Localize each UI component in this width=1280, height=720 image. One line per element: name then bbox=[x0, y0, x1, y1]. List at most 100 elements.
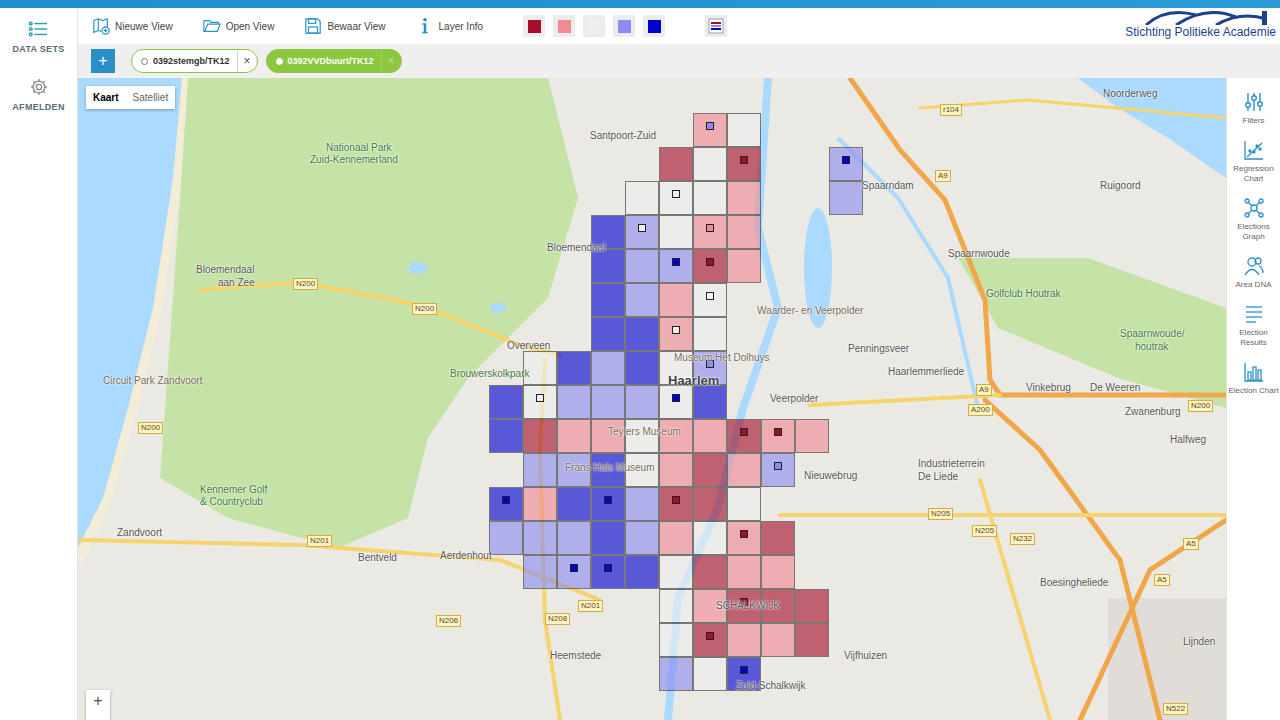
grid-cell[interactable] bbox=[829, 181, 863, 215]
grid-cell[interactable] bbox=[693, 623, 727, 657]
tool-item[interactable]: Election Chart bbox=[1228, 362, 1280, 396]
grid-cell[interactable] bbox=[693, 419, 727, 453]
grid-cell[interactable] bbox=[693, 113, 727, 147]
grid-cell[interactable] bbox=[659, 589, 693, 623]
grid-cell[interactable] bbox=[557, 487, 591, 521]
bureau-marker[interactable] bbox=[740, 530, 748, 538]
grid-cell[interactable] bbox=[489, 419, 523, 453]
grid-cell[interactable] bbox=[727, 249, 761, 283]
bureau-marker[interactable] bbox=[638, 224, 646, 232]
grid-cell[interactable] bbox=[693, 283, 727, 317]
bureau-marker[interactable] bbox=[706, 632, 714, 640]
grid-cell[interactable] bbox=[659, 453, 693, 487]
bureau-marker[interactable] bbox=[706, 122, 714, 130]
grid-cell[interactable] bbox=[659, 657, 693, 691]
grid-cell[interactable] bbox=[727, 147, 761, 181]
grid-cell[interactable] bbox=[489, 521, 523, 555]
bureau-marker[interactable] bbox=[672, 190, 680, 198]
grid-cell[interactable] bbox=[795, 589, 829, 623]
grid-cell[interactable] bbox=[761, 521, 795, 555]
grid-cell[interactable] bbox=[591, 283, 625, 317]
bureau-marker[interactable] bbox=[842, 156, 850, 164]
bureau-marker[interactable] bbox=[740, 666, 748, 674]
chip-close-button[interactable]: × bbox=[237, 50, 257, 72]
grid-cell[interactable] bbox=[829, 147, 863, 181]
grid-cell[interactable] bbox=[625, 283, 659, 317]
grid-cell[interactable] bbox=[625, 521, 659, 555]
toolbar-action[interactable]: Open View bbox=[203, 17, 275, 35]
zoom-in-button[interactable]: + bbox=[93, 690, 102, 720]
grid-cell[interactable] bbox=[693, 487, 727, 521]
grid-cell[interactable] bbox=[659, 521, 693, 555]
grid-cell[interactable] bbox=[523, 385, 557, 419]
bureau-marker[interactable] bbox=[672, 496, 680, 504]
bureau-marker[interactable] bbox=[570, 564, 578, 572]
grid-cell[interactable] bbox=[693, 147, 727, 181]
grid-cell[interactable] bbox=[727, 521, 761, 555]
map-type-button[interactable]: Satelliet bbox=[126, 86, 176, 109]
bureau-marker[interactable] bbox=[774, 428, 782, 436]
bureau-marker[interactable] bbox=[672, 394, 680, 402]
bureau-marker[interactable] bbox=[502, 496, 510, 504]
grid-cell[interactable] bbox=[625, 249, 659, 283]
grid-cell[interactable] bbox=[795, 419, 829, 453]
grid-cell[interactable] bbox=[693, 215, 727, 249]
grid-cell[interactable] bbox=[659, 249, 693, 283]
grid-cell[interactable] bbox=[523, 487, 557, 521]
grid-cell[interactable] bbox=[693, 317, 727, 351]
grid-cell[interactable] bbox=[625, 351, 659, 385]
grid-cell[interactable] bbox=[727, 623, 761, 657]
grid-cell[interactable] bbox=[489, 487, 523, 521]
grid-cell[interactable] bbox=[727, 487, 761, 521]
grid-cell[interactable] bbox=[727, 453, 761, 487]
grid-cell[interactable] bbox=[523, 419, 557, 453]
grid-cell[interactable] bbox=[523, 555, 557, 589]
grid-cell[interactable] bbox=[625, 487, 659, 521]
toolbar-action[interactable]: Bewaar View bbox=[304, 17, 385, 35]
grid-cell[interactable] bbox=[591, 521, 625, 555]
tool-item[interactable]: Elections Graph bbox=[1228, 198, 1280, 242]
bureau-marker[interactable] bbox=[672, 326, 680, 334]
bureau-marker[interactable] bbox=[706, 292, 714, 300]
grid-cell[interactable] bbox=[591, 385, 625, 419]
grid-cell[interactable] bbox=[591, 555, 625, 589]
legend-swatch[interactable] bbox=[613, 15, 635, 37]
grid-cell[interactable] bbox=[489, 385, 523, 419]
tool-item[interactable]: Election Results bbox=[1228, 304, 1280, 348]
bureau-marker[interactable] bbox=[604, 564, 612, 572]
grid-cell[interactable] bbox=[761, 555, 795, 589]
grid-cell[interactable] bbox=[659, 317, 693, 351]
bureau-marker[interactable] bbox=[774, 462, 782, 470]
grid-cell[interactable] bbox=[625, 385, 659, 419]
bureau-marker[interactable] bbox=[706, 224, 714, 232]
map[interactable]: Santpoort-ZuidNationaal ParkZuid-Kenneme… bbox=[78, 78, 1226, 720]
bureau-marker[interactable] bbox=[706, 258, 714, 266]
legend-swatch[interactable] bbox=[643, 15, 665, 37]
grid-cell[interactable] bbox=[625, 215, 659, 249]
grid-cell[interactable] bbox=[659, 215, 693, 249]
grid-cell[interactable] bbox=[693, 453, 727, 487]
legend-toggle[interactable] bbox=[705, 15, 727, 37]
grid-cell[interactable] bbox=[557, 385, 591, 419]
grid-cell[interactable] bbox=[761, 419, 795, 453]
tool-item[interactable]: Area DNA bbox=[1228, 256, 1280, 290]
grid-cell[interactable] bbox=[727, 113, 761, 147]
grid-cell[interactable] bbox=[727, 215, 761, 249]
grid-cell[interactable] bbox=[557, 419, 591, 453]
grid-cell[interactable] bbox=[693, 181, 727, 215]
grid-cell[interactable] bbox=[693, 555, 727, 589]
grid-cell[interactable] bbox=[591, 351, 625, 385]
grid-cell[interactable] bbox=[761, 453, 795, 487]
grid-cell[interactable] bbox=[625, 555, 659, 589]
tool-item[interactable]: Filters bbox=[1228, 92, 1280, 126]
grid-cell[interactable] bbox=[693, 249, 727, 283]
legend-swatch[interactable] bbox=[583, 15, 605, 37]
grid-cell[interactable] bbox=[591, 317, 625, 351]
grid-cell[interactable] bbox=[557, 351, 591, 385]
grid-cell[interactable] bbox=[727, 555, 761, 589]
grid-cell[interactable] bbox=[727, 181, 761, 215]
sidebar-item[interactable]: DATA SETS bbox=[12, 20, 64, 54]
grid-cell[interactable] bbox=[693, 657, 727, 691]
grid-cell[interactable] bbox=[659, 385, 693, 419]
grid-cell[interactable] bbox=[659, 283, 693, 317]
